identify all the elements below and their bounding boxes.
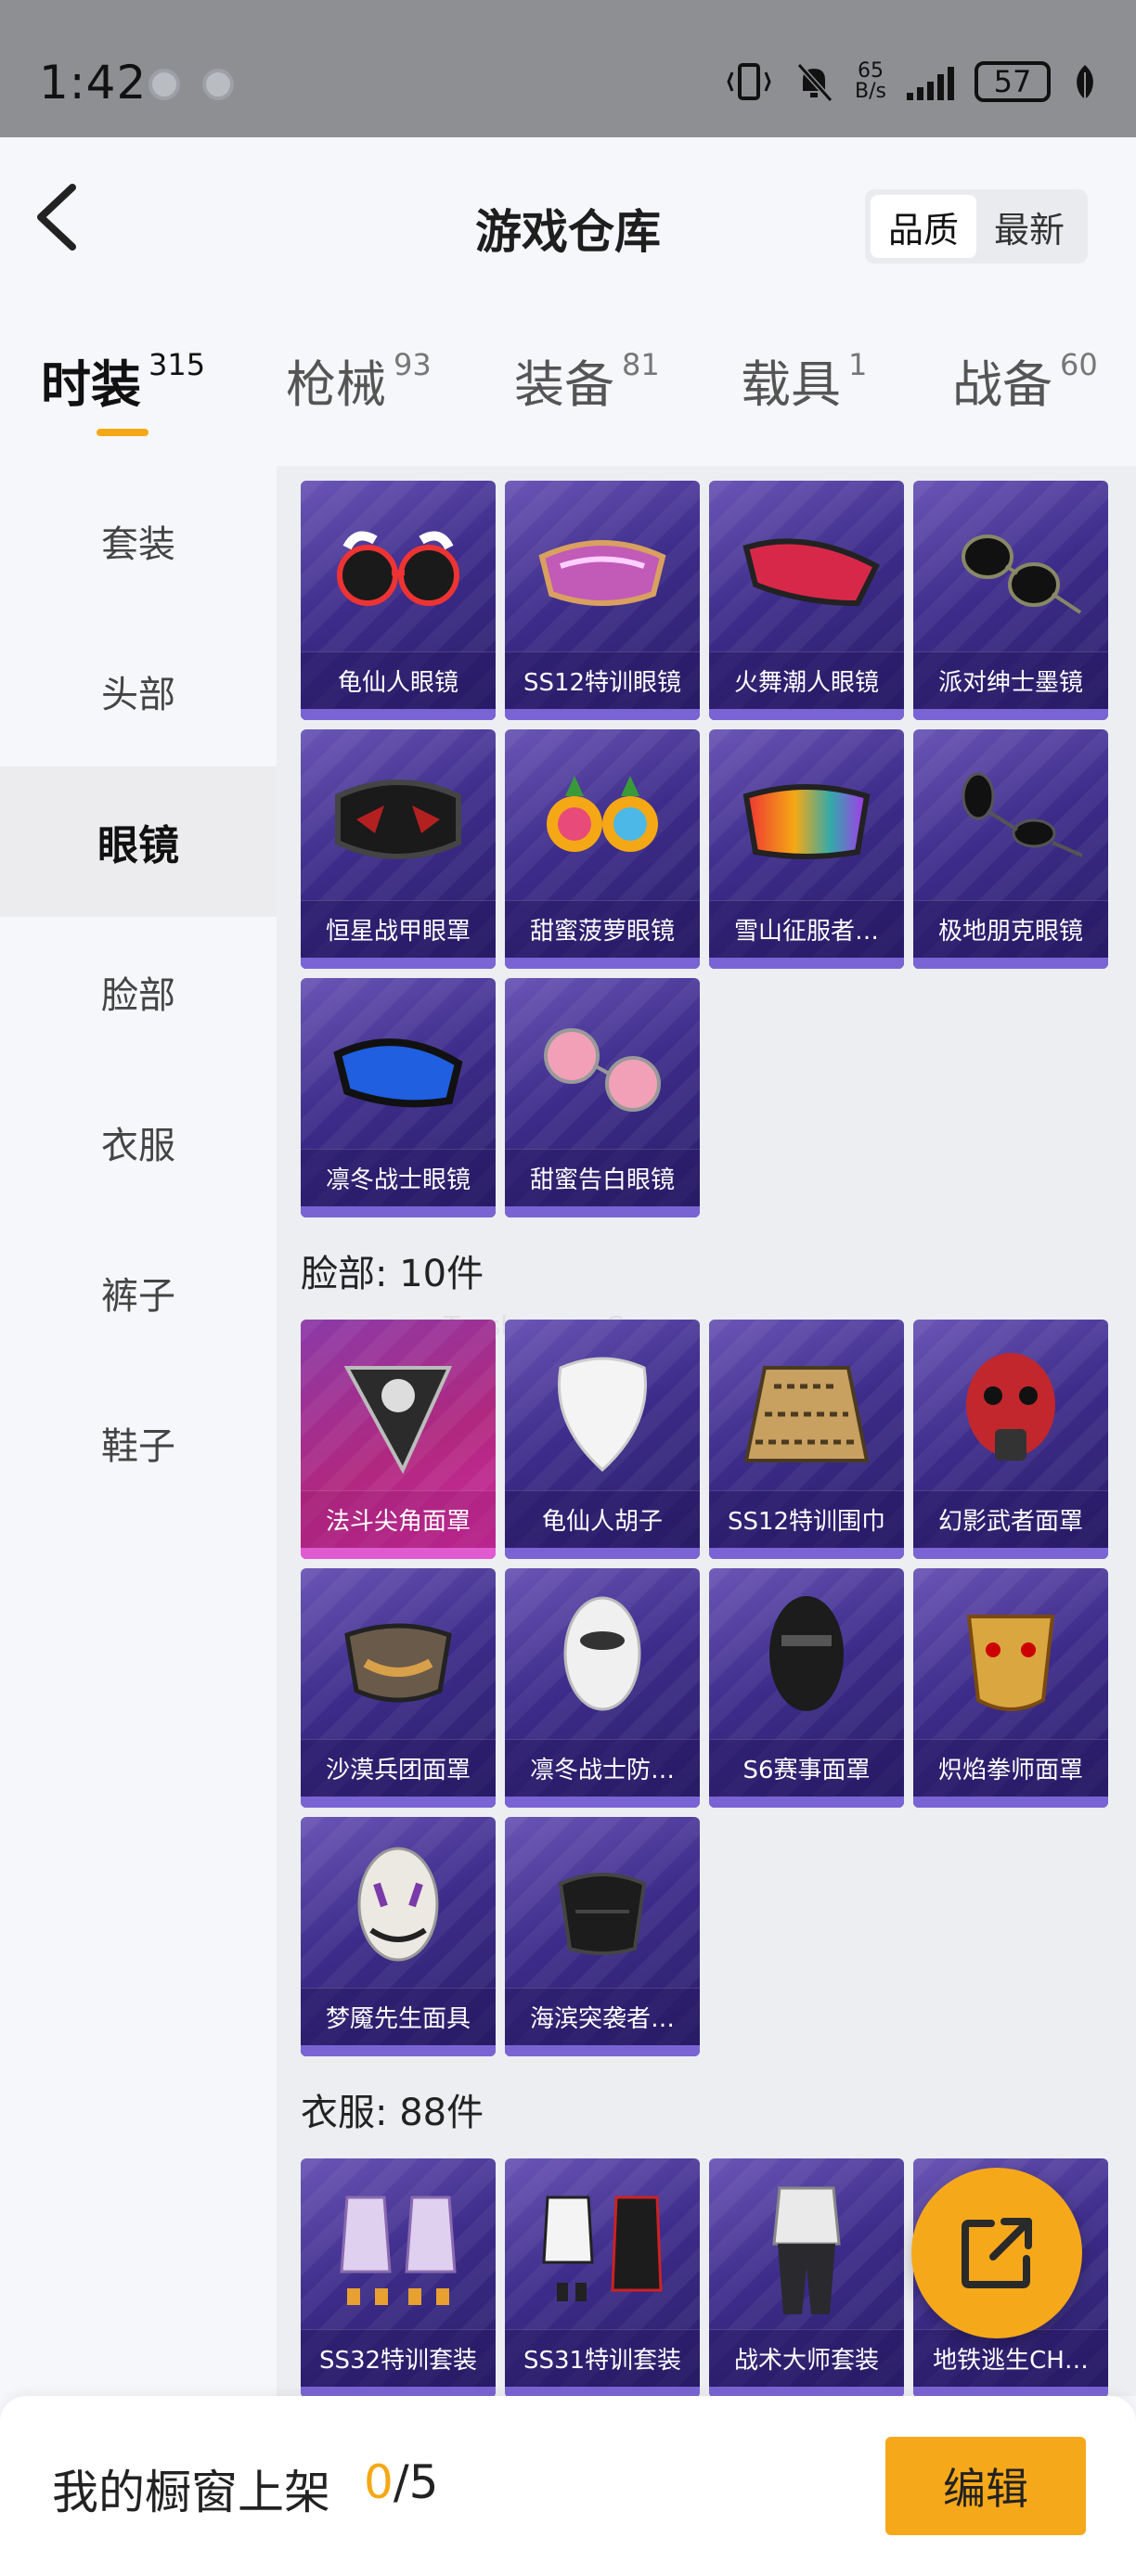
leaf-icon [1077,65,1093,98]
item-card[interactable]: 派对绅士墨镜 [913,481,1108,720]
ski-goggles-icon [728,750,885,889]
sidebar-item-outfit[interactable]: 套装 [0,466,277,616]
item-card[interactable]: SS31特训套装 [505,2158,700,2396]
notification-icon [148,69,180,100]
glasses-icon [319,501,477,640]
face-mask-icon [319,1589,477,1728]
ninja-mask-icon [728,1589,885,1728]
sort-latest-button[interactable]: 最新 [976,195,1082,258]
item-card[interactable]: SS12特训围巾 [709,1320,904,1559]
tab-guns[interactable]: 枪械 93 [286,343,432,417]
category-tabs: 时装 315 枪械 93 装备 81 载具 1 战备 60 [0,343,1136,464]
outfit-icon [319,2179,477,2318]
item-card[interactable]: 沙漠兵团面罩 [301,1568,496,1808]
section-title-clothes: 衣服: 88件 [301,2092,484,2134]
section-title-face: 脸部: 10件 [301,1253,484,1295]
status-bar: 1:42 65 B/s 57 [0,0,1136,137]
item-grid: 龟仙人眼镜 SS12特训眼镜 火舞潮人眼镜 派对绅士墨镜 恒星战甲眼罩 甜蜜菠萝… [277,466,1136,2396]
battery-icon: 57 [975,61,1051,102]
item-card[interactable]: 战术大师套装 [709,2158,904,2396]
tab-vehicles[interactable]: 载具 1 [741,343,867,417]
pineapple-glasses-icon [523,750,681,889]
item-card[interactable]: 梦魇先生面具 [301,1817,496,2056]
muzzle-mask-icon [523,1837,681,1977]
shelf-label: 我的橱窗上架 [52,2466,330,2519]
round-glasses-icon [523,998,681,1138]
visor-icon [728,501,885,640]
goggles-icon [523,501,681,640]
mask-icon [932,1589,1090,1728]
header: 游戏仓库 品质 最新 [0,137,1136,314]
face-mask-icon [319,1340,477,1479]
item-card[interactable]: 极地朋克眼镜 [913,729,1108,969]
item-card[interactable]: 凛冬战士眼镜 [301,978,496,1217]
net-speed: 65 B/s [855,59,886,103]
sunglasses-icon [932,501,1090,640]
item-card[interactable]: 炽焰拳师面罩 [913,1568,1108,1808]
scarf-icon [728,1340,885,1479]
notification-icon [202,69,234,100]
tab-battle-gear[interactable]: 战备 60 [952,343,1098,417]
eye-mask-icon [319,750,477,889]
item-card[interactable]: 甜蜜告白眼镜 [505,978,700,1217]
item-card[interactable]: 恒星战甲眼罩 [301,729,496,969]
sort-quality-button[interactable]: 品质 [871,195,976,258]
item-card[interactable]: 法斗尖角面罩 [301,1320,496,1559]
item-card[interactable]: 凛冬战士防… [505,1568,700,1808]
item-card[interactable]: SS12特训眼镜 [505,481,700,720]
item-card[interactable]: 幻影武者面罩 [913,1320,1108,1559]
clown-mask-icon [319,1837,477,1977]
tab-fashion[interactable]: 时装 315 [41,343,205,417]
edit-button[interactable]: 编辑 [885,2437,1086,2535]
item-card[interactable]: SS32特训套装 [301,2158,496,2396]
item-card[interactable]: 火舞潮人眼镜 [709,481,904,720]
status-time: 1:42 [39,56,148,109]
sidebar-item-face[interactable]: 脸部 [0,917,277,1067]
item-card[interactable]: 海滨突袭者… [505,1817,700,2056]
sidebar-item-pants[interactable]: 裤子 [0,1217,277,1368]
sort-toggle: 品质 最新 [865,189,1088,264]
sidebar-item-clothes[interactable]: 衣服 [0,1067,277,1217]
vibrate-icon [727,63,771,100]
share-button[interactable] [911,2168,1082,2338]
goggles-icon [319,998,477,1138]
sidebar-item-shoes[interactable]: 鞋子 [0,1368,277,1518]
sidebar: 套装 头部 眼镜 脸部 衣服 裤子 鞋子 [0,466,277,2396]
balaclava-icon [523,1589,681,1728]
beard-icon [523,1340,681,1479]
tab-equipment[interactable]: 装备 81 [514,343,660,417]
active-tab-indicator [97,429,148,436]
outfit-icon [728,2179,885,2318]
bottom-panel: 我的橱窗上架 0/5 编辑 [0,2396,1136,2576]
gas-mask-icon [932,1340,1090,1479]
item-card[interactable]: 龟仙人胡子 [505,1320,700,1559]
bell-off-icon [796,62,833,102]
item-card[interactable]: 甜蜜菠萝眼镜 [505,729,700,969]
shelf-count: 0/5 [364,2455,439,2509]
status-indicators: 65 B/s 57 [725,61,1099,102]
item-card[interactable]: S6赛事面罩 [709,1568,904,1808]
share-external-icon [962,2218,1032,2288]
sidebar-item-head[interactable]: 头部 [0,616,277,766]
punk-glasses-icon [932,750,1090,889]
item-card[interactable]: 雪山征服者… [709,729,904,969]
sidebar-item-glasses[interactable]: 眼镜 [0,766,277,917]
outfit-icon [523,2179,681,2318]
item-card[interactable]: 龟仙人眼镜 [301,481,496,720]
signal-icon [907,63,954,100]
